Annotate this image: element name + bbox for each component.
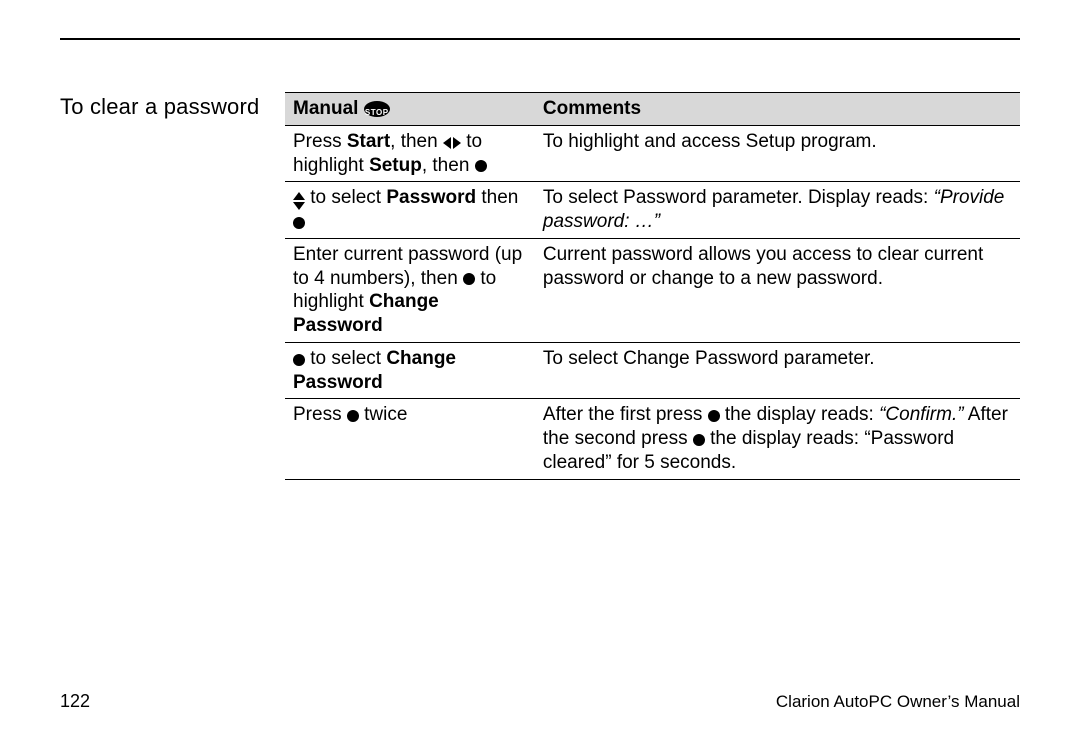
enter-dot-icon [475,160,487,172]
text-bold: Setup [369,155,422,176]
header-comments: Comments [535,93,1020,126]
table-row: to select Password then To select Passwo… [285,182,1020,239]
text: Press [293,404,347,425]
manual-cell: Press twice [285,399,535,479]
up-down-arrows-icon [293,192,305,210]
section-heading: To clear a password [60,92,285,120]
header-manual-text: Manual [293,98,358,119]
table-row: to select Change Password To select Chan… [285,342,1020,399]
text: Press [293,131,347,152]
enter-dot-icon [347,410,359,422]
manual-cell: to select Change Password [285,342,535,399]
top-rule [60,38,1020,40]
text-bold: Start [347,131,390,152]
text: , then [422,155,475,176]
table-row: Press twice After the first press the di… [285,399,1020,479]
comments-cell: To select Password parameter. Display re… [535,182,1020,239]
manual-cell: to select Password then [285,182,535,239]
text: After the first press [543,404,708,425]
enter-dot-icon [708,410,720,422]
text: twice [359,404,408,425]
enter-dot-icon [463,273,475,285]
stop-icon [364,101,390,117]
enter-dot-icon [293,217,305,229]
table-row: Enter current password (up to 4 numbers)… [285,238,1020,342]
instruction-table-wrap: Manual Comments Press Start, then to hig… [285,92,1020,480]
text-bold: Password [386,187,476,208]
manual-page: To clear a password Manual Comments [0,0,1080,742]
text: to select [305,187,386,208]
text: To highlight and access Setup program. [543,131,877,152]
footer-text: Clarion AutoPC Owner’s Manual [776,692,1020,712]
table-row: Press Start, then to highlight Setup, th… [285,125,1020,182]
comments-cell: To highlight and access Setup program. [535,125,1020,182]
manual-cell: Press Start, then to highlight Setup, th… [285,125,535,182]
text: To select Change Password parameter. [543,348,875,369]
text: To select Password parameter. Display re… [543,187,934,208]
text-italic: “Confirm.” [879,404,963,425]
content-layout: To clear a password Manual Comments [60,92,1020,480]
text: to select [305,348,386,369]
instruction-table: Manual Comments Press Start, then to hig… [285,92,1020,480]
comments-cell: After the first press the display reads:… [535,399,1020,479]
enter-dot-icon [693,434,705,446]
header-manual: Manual [285,93,535,126]
text: then [476,187,518,208]
left-right-arrows-icon [443,137,461,149]
page-number: 122 [60,691,90,712]
comments-cell: Current password allows you access to cl… [535,238,1020,342]
table-header-row: Manual Comments [285,93,1020,126]
manual-cell: Enter current password (up to 4 numbers)… [285,238,535,342]
text: , then [390,131,443,152]
text: Current password allows you access to cl… [543,244,983,289]
comments-cell: To select Change Password parameter. [535,342,1020,399]
text: the display reads: [720,404,879,425]
enter-dot-icon [293,354,305,366]
